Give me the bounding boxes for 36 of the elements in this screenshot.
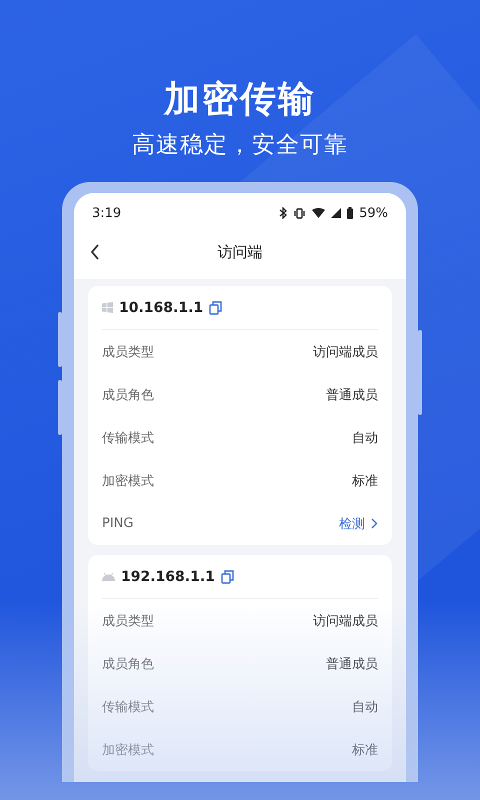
windows-icon bbox=[102, 302, 113, 313]
field-label: 传输模式 bbox=[102, 698, 154, 716]
headline: 加密传输 bbox=[164, 78, 316, 122]
bluetooth-icon bbox=[279, 207, 288, 219]
field-label: 成员角色 bbox=[102, 386, 154, 404]
field-value: 访问端成员 bbox=[313, 612, 378, 630]
field-value: 自动 bbox=[352, 430, 378, 446]
check-link[interactable]: 检测 bbox=[339, 514, 378, 532]
field-label: 成员类型 bbox=[102, 612, 154, 630]
field-label: 成员类型 bbox=[102, 344, 154, 360]
subheadline: 高速稳定，安全可靠 bbox=[132, 131, 348, 160]
copy-icon[interactable] bbox=[220, 570, 234, 584]
signal-icon bbox=[331, 208, 342, 218]
wifi-icon bbox=[312, 208, 326, 218]
field-value: 普通成员 bbox=[326, 656, 378, 672]
vibrate-icon bbox=[293, 208, 306, 218]
chevron-icon bbox=[371, 518, 378, 529]
battery-icon bbox=[347, 207, 354, 219]
field-label: 传输模式 bbox=[102, 430, 154, 446]
field-value: 标准 bbox=[352, 742, 378, 758]
copy-icon[interactable] bbox=[209, 300, 222, 314]
field-label: 成员角色 bbox=[102, 656, 154, 672]
field-label: PING bbox=[102, 516, 134, 531]
battery-level: 59% bbox=[359, 206, 388, 220]
status-time: 3:19 bbox=[92, 206, 122, 220]
ip-address: 192.168.1.1 bbox=[121, 568, 215, 584]
field-label: 加密模式 bbox=[102, 472, 154, 490]
field-label: 加密模式 bbox=[102, 742, 154, 758]
field-value: 普通成员 bbox=[326, 386, 378, 404]
ip-address: 10.168.1.1 bbox=[119, 300, 204, 316]
field-value: 自动 bbox=[352, 698, 378, 716]
android-icon bbox=[102, 572, 115, 580]
back-icon[interactable] bbox=[90, 244, 100, 260]
page-title: 访问端 bbox=[218, 242, 262, 262]
field-value: 访问端成员 bbox=[313, 344, 378, 360]
field-value: 标准 bbox=[352, 472, 378, 490]
